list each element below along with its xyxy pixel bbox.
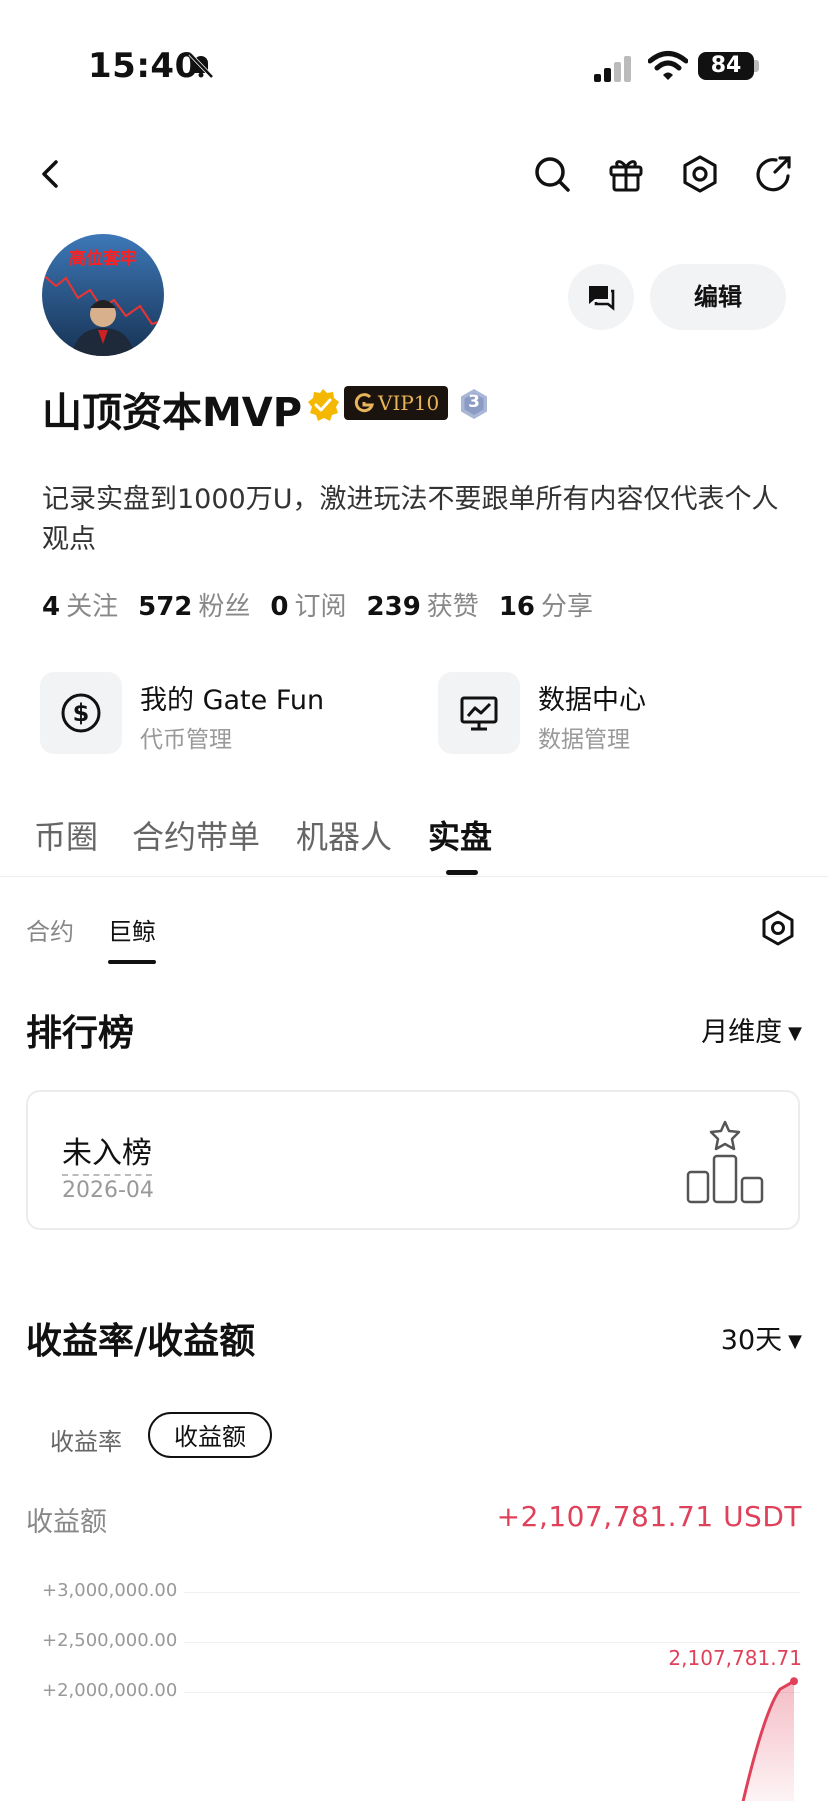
vip-label: VIP10 [378,391,440,415]
card-title: 我的 Gate Fun [140,685,325,716]
edit-profile-button[interactable]: 编辑 [650,264,786,330]
gate-fun-card[interactable]: $ 我的 Gate Fun 代币管理 [40,670,420,756]
ranking-period-label: 月维度 [701,1017,783,1048]
settings-hex-icon[interactable] [756,906,800,950]
card-icon-box [438,672,520,754]
level-badge: 3 [458,388,490,420]
card-subtitle: 代币管理 [140,727,232,753]
metric-value: +2,107,781.71 USDT [496,1500,802,1533]
metric-label: 收益额 [26,1507,107,1538]
level-number: 3 [468,392,480,412]
y-tick-label: +2,000,000.00 [42,1680,178,1701]
wifi-icon [648,51,688,80]
verified-badge-icon [308,389,339,421]
caret-down-icon: ▼ [788,1023,802,1044]
ranking-title: 排行榜 [26,1013,135,1054]
data-center-card[interactable]: 数据中心 数据管理 [438,670,798,756]
active-subtab-indicator [108,960,156,964]
ranking-period-dropdown[interactable]: 月维度 ▼ [701,1010,802,1049]
share-icon[interactable] [752,152,796,196]
back-arrow-icon[interactable] [28,152,72,196]
vip-logo-icon [354,393,374,413]
caret-down-icon: ▼ [788,1331,802,1352]
pnl-range-dropdown[interactable]: 30天 ▼ [721,1318,802,1357]
pnl-range-label: 30天 [720,1325,783,1356]
chart-monitor-icon [460,696,498,731]
battery-indicator: 84 [698,52,754,80]
gift-icon[interactable] [604,152,648,196]
settings-hex-icon[interactable] [678,152,722,196]
subtab-futures[interactable]: 合约 [26,912,74,947]
pnl-last-point [790,1677,798,1686]
ranking-status[interactable]: 未入榜 [62,1128,152,1176]
profile-stats: 4 关注 572 粉丝 0 订阅 239 获赞 16 分享 [42,586,593,623]
tab-live-trading[interactable]: 实盘 [428,812,492,858]
message-button[interactable] [568,264,634,330]
podium-star-icon [686,1120,764,1204]
y-tick-label: +3,000,000.00 [42,1580,178,1601]
dollar-coin-icon: $ [61,693,101,733]
avatar[interactable]: 高位套牢 [42,234,164,356]
chip-profit-amount[interactable]: 收益额 [148,1412,272,1458]
ranking-card[interactable]: 未入榜 2026-04 [26,1090,800,1230]
stat-subscriptions[interactable]: 0 订阅 [270,586,346,623]
chip-return-rate[interactable]: 收益率 [50,1422,122,1457]
search-icon[interactable] [530,152,574,196]
card-subtitle: 数据管理 [538,727,630,753]
chat-icon [589,286,615,311]
profile-bio: 记录实盘到1000万U，激进玩法不要跟单所有内容仅代表个人观点 [42,484,779,555]
stat-likes[interactable]: 239 获赞 [367,586,479,623]
tabs-divider [0,876,828,877]
status-time: 15:40 [88,46,199,86]
pnl-area-fill [743,1681,794,1801]
tab-coin-circle[interactable]: 币圈 [34,812,98,858]
pnl-area-chart [741,1677,798,1801]
avatar-caption: 高位套牢 [69,249,137,269]
card-title: 数据中心 [538,685,646,716]
active-tab-indicator [446,870,478,875]
tab-bots[interactable]: 机器人 [296,812,392,858]
vip-badge: VIP10 [344,386,448,420]
stat-following[interactable]: 4 关注 [42,586,118,623]
stat-shares[interactable]: 16 分享 [499,586,593,623]
profile-name: 山顶资本MVP [42,390,303,436]
card-icon-box: $ [40,672,122,754]
ranking-date: 2026-04 [62,1178,154,1203]
stat-followers[interactable]: 572 粉丝 [138,586,250,623]
tab-copy-trading[interactable]: 合约带单 [132,812,260,858]
mute-bell-icon [188,52,214,79]
subtab-whale[interactable]: 巨鲸 [108,912,156,947]
pnl-title: 收益率/收益额 [26,1321,256,1362]
cell-signal-icon [594,56,631,82]
battery-tip [754,60,759,72]
y-tick-label: +2,500,000.00 [42,1630,178,1651]
svg-text:$: $ [73,699,90,727]
